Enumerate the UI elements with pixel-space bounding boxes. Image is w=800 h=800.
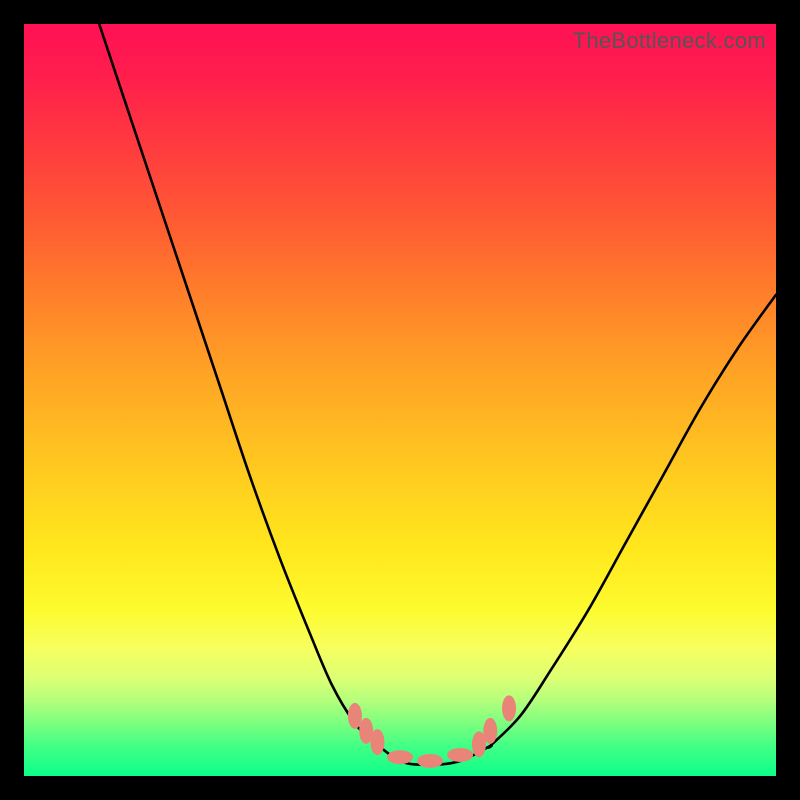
trough-marker — [370, 729, 384, 755]
trough-marker — [417, 754, 443, 768]
plot-area: TheBottleneck.com — [24, 24, 776, 776]
chart-frame: TheBottleneck.com — [0, 0, 800, 800]
trough-marker — [387, 750, 413, 764]
trough-marker — [447, 748, 473, 762]
trough-markers — [348, 695, 516, 768]
trough-marker — [348, 703, 362, 729]
curve-layer — [24, 24, 776, 776]
trough-marker — [502, 695, 516, 721]
bottleneck-curve — [99, 24, 776, 765]
trough-marker — [483, 718, 497, 744]
curve-path — [99, 24, 776, 765]
